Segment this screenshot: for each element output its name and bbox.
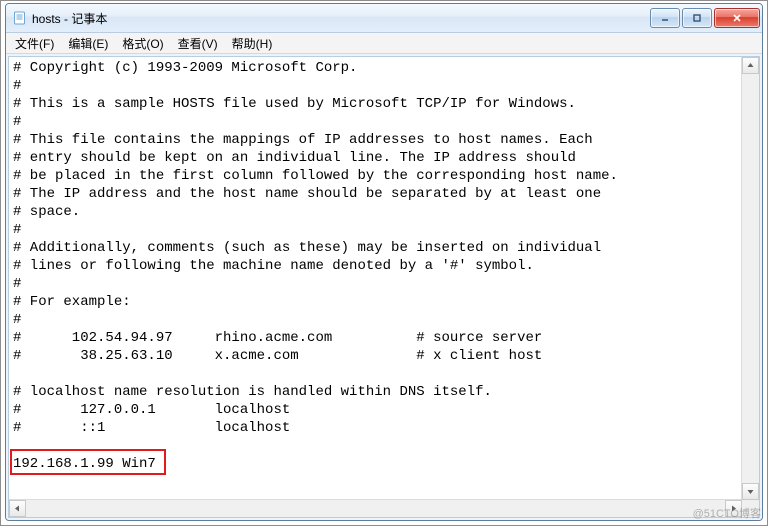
menu-view[interactable]: 查看(V) (171, 34, 225, 53)
notepad-window: hosts - 记事本 文件(F) 编辑(E) 格式(O) 查看(V) 帮助(H… (5, 3, 763, 521)
scroll-right-button[interactable] (725, 500, 742, 517)
menu-file[interactable]: 文件(F) (8, 34, 61, 53)
minimize-button[interactable] (650, 8, 680, 28)
horizontal-scroll-track[interactable] (26, 500, 725, 517)
vertical-scroll-track[interactable] (742, 74, 759, 483)
scroll-left-button[interactable] (9, 500, 26, 517)
scroll-down-button[interactable] (742, 483, 759, 500)
menu-edit[interactable]: 编辑(E) (61, 34, 115, 53)
editor-viewport: # Copyright (c) 1993-2009 Microsoft Corp… (8, 56, 760, 518)
maximize-button[interactable] (682, 8, 712, 28)
vertical-scrollbar[interactable] (741, 57, 759, 500)
menu-help[interactable]: 帮助(H) (225, 34, 280, 53)
notepad-icon (12, 10, 28, 26)
menu-format[interactable]: 格式(O) (115, 34, 170, 53)
horizontal-scrollbar[interactable] (9, 499, 742, 517)
close-button[interactable] (714, 8, 760, 28)
client-area: # Copyright (c) 1993-2009 Microsoft Corp… (6, 54, 762, 520)
menubar: 文件(F) 编辑(E) 格式(O) 查看(V) 帮助(H) (6, 33, 762, 54)
window-title: hosts - 记事本 (32, 10, 650, 27)
scroll-up-button[interactable] (742, 57, 759, 74)
screenshot-frame: hosts - 记事本 文件(F) 编辑(E) 格式(O) 查看(V) 帮助(H… (0, 0, 768, 526)
text-editor[interactable]: # Copyright (c) 1993-2009 Microsoft Corp… (9, 57, 759, 517)
titlebar[interactable]: hosts - 记事本 (6, 4, 762, 33)
scrollbar-corner (742, 500, 759, 517)
window-controls (650, 8, 760, 28)
